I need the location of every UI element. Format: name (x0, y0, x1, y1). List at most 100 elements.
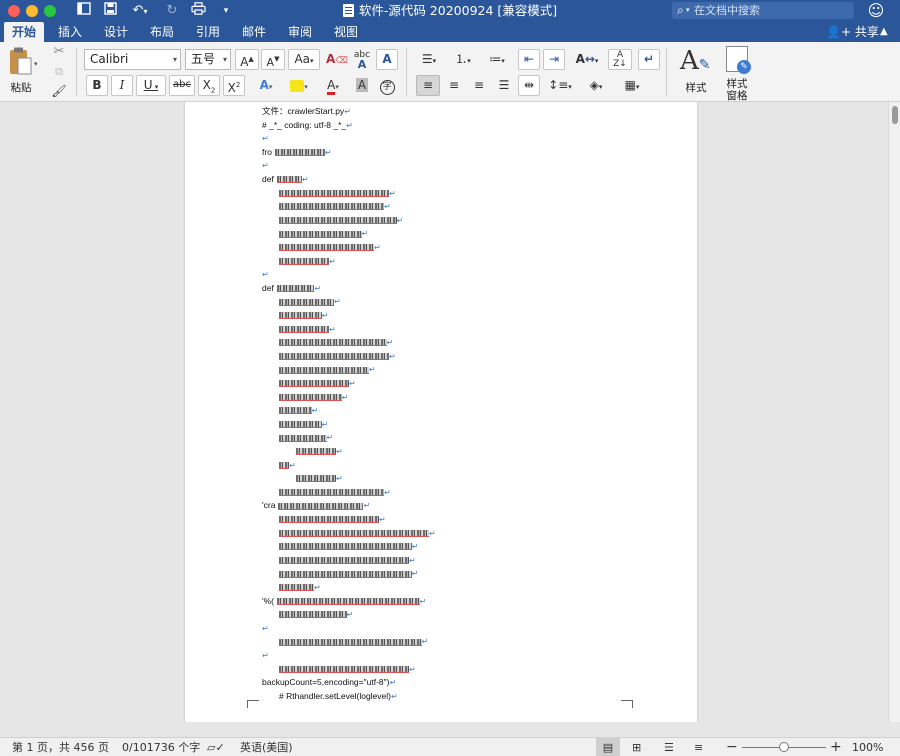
document-line[interactable]: ↵ (279, 609, 353, 619)
distributed-icon[interactable]: ⇹ (518, 75, 540, 96)
show-formatting-icon[interactable]: ↵ (638, 49, 660, 70)
document-line[interactable]: ↵ (279, 555, 416, 565)
document-line[interactable]: ↵ (279, 337, 393, 347)
tab-mailings[interactable]: 邮件 (236, 22, 272, 42)
undo-icon[interactable]: ↶▾ (126, 2, 154, 20)
document-line[interactable]: backupCount=5,encoding="utf-8")↵ (262, 677, 396, 687)
outline-view-icon[interactable]: ☰ (664, 738, 674, 756)
justify-icon[interactable]: ☰ (493, 75, 515, 96)
zoom-out-button[interactable]: − (726, 738, 738, 756)
document-line[interactable]: ↵ (279, 201, 391, 211)
tab-insert[interactable]: 插入 (52, 22, 88, 42)
decrease-indent-icon[interactable]: ⇤ (518, 49, 540, 70)
document-line[interactable]: ↵ (279, 296, 341, 306)
document-line[interactable]: ↵ (279, 242, 381, 252)
zoom-in-button[interactable]: + (830, 738, 842, 756)
superscript-button[interactable]: X2 (223, 75, 245, 96)
subscript-button[interactable]: X2 (198, 75, 220, 96)
proofing-icon[interactable]: ▱✓ (207, 738, 225, 756)
borders-icon[interactable]: ▦▾ (616, 75, 648, 96)
italic-button[interactable]: I (111, 75, 133, 96)
vertical-scrollbar[interactable] (888, 102, 900, 722)
document-line[interactable]: ↵ (262, 269, 269, 279)
document-page[interactable]: 文件：crawlerStart.py↵ # _*_ coding: utf-8 _… (185, 102, 697, 722)
clear-formatting-icon[interactable]: A⌫ (325, 49, 349, 70)
document-line[interactable]: 文件：crawlerStart.py↵ (262, 106, 351, 116)
font-color-icon[interactable]: A▾ (318, 75, 348, 96)
tab-layout[interactable]: 布局 (144, 22, 180, 42)
document-line[interactable]: ↵ (262, 160, 269, 170)
print-icon[interactable] (188, 2, 208, 20)
document-area[interactable]: 文件：crawlerStart.py↵ # _*_ coding: utf-8 _… (0, 102, 888, 722)
minimize-window-button[interactable] (26, 5, 38, 17)
maximize-window-button[interactable] (44, 5, 56, 17)
document-line[interactable]: ↵ (279, 487, 391, 497)
tab-references[interactable]: 引用 (190, 22, 226, 42)
character-border-icon[interactable]: A (376, 49, 398, 70)
document-line[interactable]: ↵ (279, 256, 336, 266)
underline-button[interactable]: U ▾ (136, 75, 166, 96)
font-name-dropdown[interactable]: Calibri ▾ (84, 49, 181, 70)
page-count[interactable]: 第 1 页，共 456 页 (12, 738, 109, 756)
document-line[interactable]: ↵ (279, 528, 436, 538)
document-line[interactable]: ↵ (279, 568, 418, 578)
search-input[interactable] (694, 4, 844, 17)
document-line[interactable]: # _*_ coding: utf-8 _*_↵ (262, 120, 353, 130)
tab-review[interactable]: 审阅 (282, 22, 318, 42)
format-painter-icon[interactable]: 🖌 (50, 82, 68, 100)
close-window-button[interactable] (8, 5, 20, 17)
strikethrough-button[interactable]: abc (169, 75, 195, 96)
document-line[interactable]: ↵ (279, 215, 403, 225)
paste-button[interactable]: ▾ 粘贴 (4, 46, 40, 96)
document-line[interactable]: ↵ (279, 351, 396, 361)
bullets-icon[interactable]: ☰▾ (414, 49, 444, 70)
tab-design[interactable]: 设计 (98, 22, 134, 42)
asian-layout-icon[interactable]: A↔▾ (572, 49, 602, 70)
scroll-thumb[interactable] (892, 106, 898, 124)
feedback-smiley-icon[interactable]: ☺ (866, 1, 886, 21)
sidebar-toggle-icon[interactable] (74, 2, 94, 20)
tab-home[interactable]: 开始 (4, 22, 44, 42)
document-line[interactable]: ↵ (279, 664, 416, 674)
document-line[interactable]: ↵ (262, 133, 269, 143)
phonetic-guide-icon[interactable]: abc A (351, 49, 373, 71)
styles-button[interactable]: A✎ 样式 (676, 46, 716, 98)
document-line[interactable]: ↵ (279, 541, 418, 551)
document-search[interactable]: ⌕ ▾ (672, 2, 854, 19)
increase-indent-icon[interactable]: ⇥ (543, 49, 565, 70)
collapse-ribbon-icon[interactable]: ▲ (880, 22, 888, 42)
multilevel-list-icon[interactable]: ≔▾ (482, 49, 512, 70)
font-size-dropdown[interactable]: 五号 ▾ (185, 49, 231, 70)
document-line[interactable]: '%(↵ (262, 596, 426, 606)
document-line[interactable]: ↵ (262, 623, 269, 633)
document-line[interactable]: ↵ (262, 650, 269, 660)
document-line[interactable]: ↵ (279, 405, 318, 415)
language-indicator[interactable]: 英语(美国) (240, 738, 293, 756)
copy-icon[interactable]: ⧉ (50, 64, 68, 80)
word-count[interactable]: 0/101736 个字 (122, 738, 200, 756)
document-line[interactable]: ↵ (279, 378, 356, 388)
grow-font-button[interactable]: A▲ (235, 49, 259, 70)
styles-pane-button[interactable]: ✎ 样式 窗格 (720, 46, 754, 102)
line-spacing-icon[interactable]: ↕≡▾ (545, 75, 575, 96)
sort-icon[interactable]: A Z↓ (608, 49, 632, 70)
document-line[interactable]: ↵ (279, 310, 328, 320)
shrink-font-button[interactable]: A▼ (261, 49, 285, 70)
print-layout-view-icon[interactable]: ▤ (596, 738, 620, 756)
document-line[interactable]: ↵ (279, 460, 296, 470)
align-left-icon[interactable]: ≡ (416, 75, 440, 96)
document-line[interactable]: ↵ (279, 392, 348, 402)
document-line[interactable]: ↵ (279, 419, 328, 429)
shading-icon[interactable]: ◈▾ (580, 75, 612, 96)
cut-icon[interactable]: ✂ (50, 44, 68, 60)
redo-icon[interactable]: ↻ (162, 2, 182, 20)
document-line[interactable]: ↵ (296, 446, 343, 456)
change-case-button[interactable]: Aa▾ (288, 49, 320, 70)
document-line[interactable]: ↵ (279, 514, 386, 524)
align-center-icon[interactable]: ≡ (443, 75, 465, 96)
zoom-slider-thumb[interactable] (779, 742, 789, 752)
text-effects-icon[interactable]: A▾ (252, 75, 280, 96)
document-line[interactable]: ↵ (279, 432, 333, 442)
document-line[interactable]: 'cra ↵ (262, 500, 370, 510)
enclose-characters-icon[interactable]: 字 (376, 75, 398, 96)
